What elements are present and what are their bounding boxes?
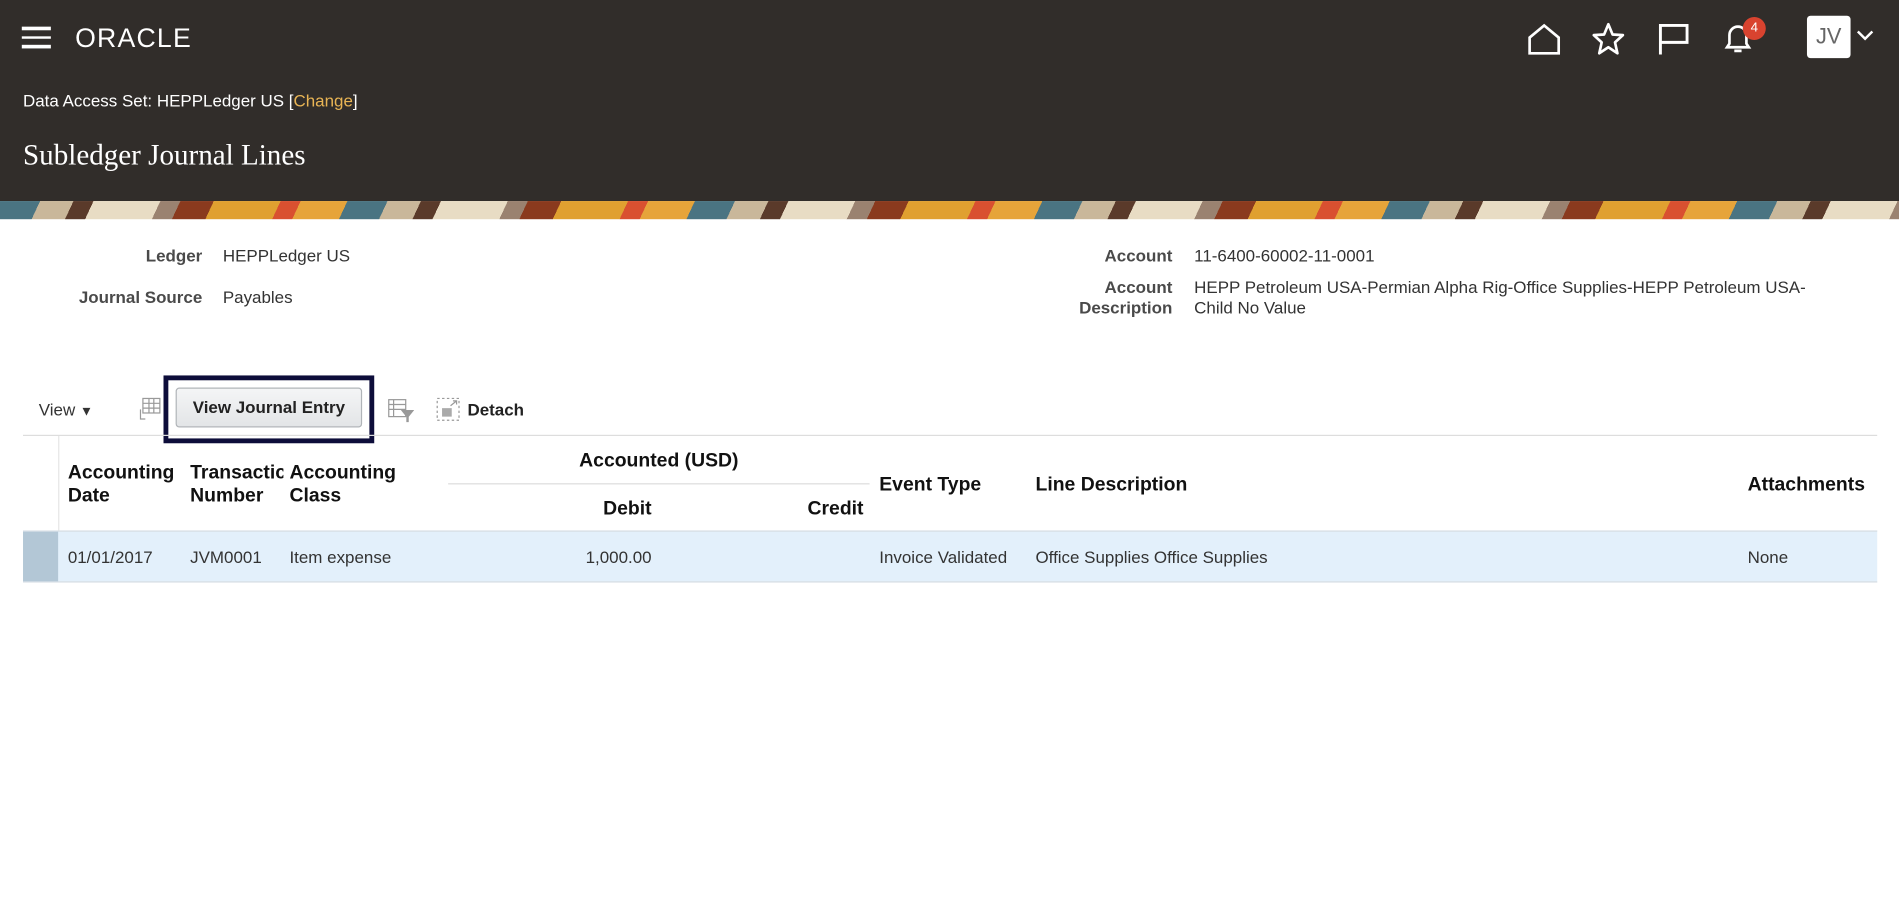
- cell-line-description: Office Supplies Office Supplies: [1035, 547, 1268, 567]
- oracle-logo[interactable]: ORACLE: [75, 23, 192, 54]
- column-header-accounting-class[interactable]: Accounting Class: [289, 461, 396, 507]
- column-header-attachments[interactable]: Attachments: [1748, 474, 1865, 497]
- cell-debit: 1,000.00: [585, 547, 652, 567]
- cell-attachments[interactable]: None: [1748, 547, 1789, 566]
- account-label: Account: [1104, 245, 1173, 266]
- user-avatar[interactable]: JV: [1806, 15, 1851, 59]
- flag-icon[interactable]: [1657, 22, 1691, 56]
- ledger-value: HEPPLedger US: [222, 245, 351, 266]
- row-selector[interactable]: [23, 531, 59, 582]
- column-header-credit[interactable]: Credit: [666, 498, 864, 521]
- column-header-transaction-number[interactable]: Transactic Number: [190, 461, 283, 507]
- account-value: 11-6400-60002-11-0001: [1194, 245, 1375, 266]
- detach-icon[interactable]: [436, 397, 460, 421]
- detach-button[interactable]: Detach: [467, 400, 524, 419]
- cell-event-type: Invoice Validated: [879, 547, 1008, 567]
- freeze-columns-icon[interactable]: [137, 397, 161, 421]
- query-by-example-icon[interactable]: [388, 398, 415, 423]
- decorative-banner: [0, 201, 1899, 220]
- view-menu[interactable]: View ▼: [39, 400, 93, 419]
- view-journal-entry-button[interactable]: View Journal Entry: [175, 387, 363, 428]
- cell-accounting-class: Item expense: [289, 547, 392, 567]
- journal-source-label: Journal Source: [78, 287, 203, 307]
- change-link[interactable]: Change: [294, 91, 353, 110]
- column-header-accounting-date[interactable]: Accounting Date: [68, 461, 175, 507]
- data-access-label: Data Access Set:: [23, 90, 153, 111]
- dropdown-arrow-icon: ▼: [79, 404, 94, 420]
- global-header: ORACLE 4 JV Data Access Set: HEPPLedger …: [0, 0, 1899, 202]
- account-description-label: Account Description: [1079, 277, 1173, 318]
- cell-transaction-number: JVM0001: [190, 547, 262, 567]
- cell-accounting-date: 01/01/2017: [67, 547, 153, 567]
- page-title: Subledger Journal Lines: [23, 140, 306, 172]
- data-access-value: HEPPLedger US: [156, 90, 285, 111]
- ledger-label: Ledger: [145, 245, 203, 266]
- column-header-line-description[interactable]: Line Description: [1035, 474, 1187, 497]
- data-access-set: Data Access Set: HEPPLedger US [Change]: [23, 90, 358, 111]
- chevron-down-icon[interactable]: [1856, 29, 1874, 41]
- column-header-accounted-usd: Accounted (USD): [579, 450, 739, 472]
- favorites-star-icon[interactable]: [1591, 22, 1625, 56]
- home-icon[interactable]: [1527, 22, 1561, 56]
- notification-count-badge: 4: [1742, 16, 1766, 40]
- account-description-value: HEPP Petroleum USA-Permian Alpha Rig-Off…: [1194, 277, 1806, 318]
- hamburger-menu-icon[interactable]: [21, 26, 51, 49]
- column-header-event-type[interactable]: Event Type: [879, 474, 981, 497]
- journal-source-value: Payables: [222, 287, 293, 307]
- column-header-debit[interactable]: Debit: [448, 498, 651, 521]
